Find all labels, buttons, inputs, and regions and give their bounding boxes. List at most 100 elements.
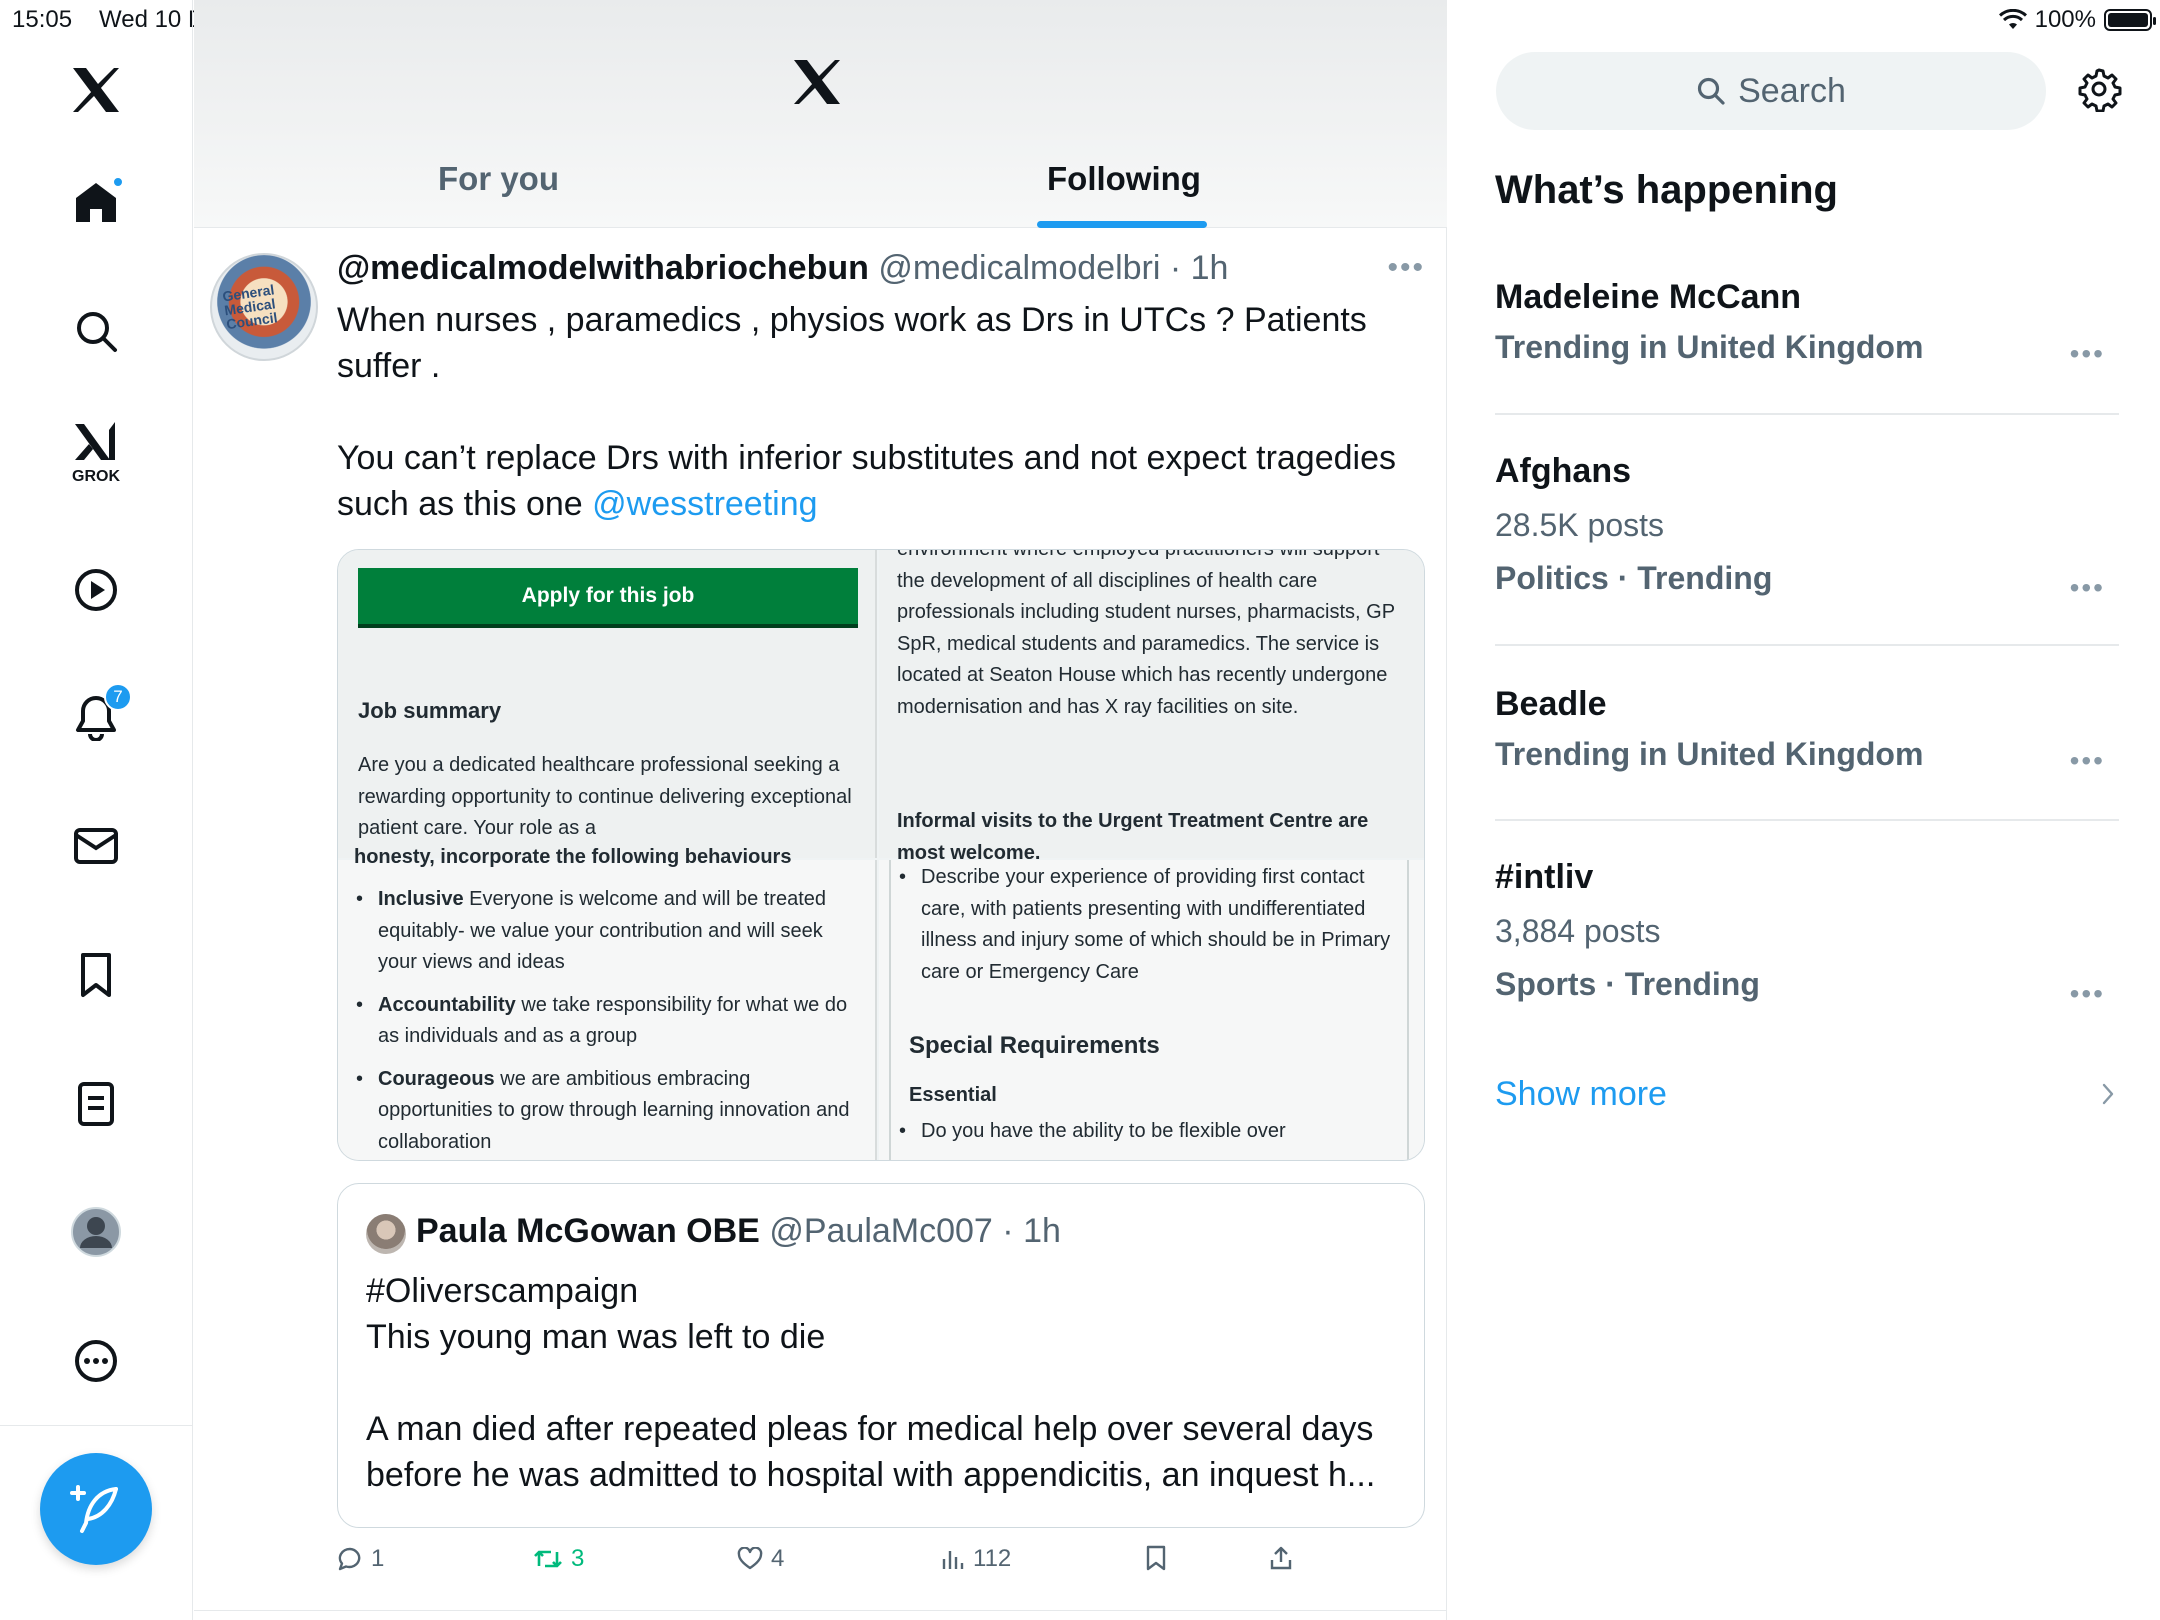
reply-icon: [338, 1547, 361, 1571]
trend-name: Beadle: [1495, 685, 1607, 723]
timeline-header: For you Following: [194, 0, 1447, 228]
trend-more-icon[interactable]: •••: [2070, 572, 2105, 604]
quoted-post-text: #Oliverscampaign This young man was left…: [366, 1272, 1376, 1494]
video-icon[interactable]: [62, 556, 130, 624]
timeline-column: For you Following General Medical Counci…: [194, 0, 1447, 1620]
trend-item-beadle[interactable]: Beadle Trending in United Kingdom •••: [1495, 685, 2119, 776]
list-item: Accountability we take responsibility fo…: [354, 990, 854, 1053]
essential-list: Do you have the ability to be flexible o…: [897, 1116, 1392, 1159]
more-options-icon[interactable]: [62, 1327, 130, 1395]
wifi-icon: [1998, 9, 2027, 29]
trend-context: Trending in United Kingdom: [1495, 736, 1924, 772]
repost-count: 3: [571, 1545, 585, 1572]
post-text: When nurses , paramedics , physios work …: [337, 297, 1412, 527]
messages-envelope-icon[interactable]: [62, 812, 130, 880]
apply-job-button-image: Apply for this job: [358, 568, 858, 628]
trend-more-icon[interactable]: •••: [2070, 745, 2105, 777]
views-button[interactable]: 112: [941, 1545, 1011, 1573]
x-logo-icon[interactable]: [62, 56, 130, 124]
special-requirements-heading: Special Requirements: [909, 1032, 1160, 1059]
post-header: @medicalmodelwithabriochebun @medicalmod…: [337, 249, 1228, 288]
trend-more-icon[interactable]: •••: [2070, 338, 2105, 370]
quoted-post[interactable]: Paula McGowan OBE @PaulaMc007 · 1h #Oliv…: [337, 1183, 1425, 1528]
trend-context: Politics · Trending: [1495, 560, 1773, 596]
battery-percent: 100%: [2034, 6, 2096, 33]
compose-feather-icon: [70, 1485, 118, 1533]
bookmark-icon: [1146, 1545, 1166, 1571]
trend-divider: [1495, 819, 2119, 821]
status-right: 100%: [1998, 6, 2156, 34]
post-actions: 1 3 4 112: [337, 1545, 1425, 1585]
quoted-author-avatar: [366, 1214, 406, 1254]
settings-gear-icon[interactable]: [2076, 66, 2122, 117]
post-author-avatar[interactable]: General Medical Council: [210, 253, 318, 361]
new-posts-dot: [112, 176, 124, 188]
share-button[interactable]: [1269, 1545, 1293, 1571]
list-item: Describe your experience of providing fi…: [897, 862, 1392, 988]
seaton-house-text: environment where employed practitioners…: [897, 549, 1395, 718]
lists-icon[interactable]: [62, 1070, 130, 1138]
trend-post-count: 28.5K posts: [1495, 507, 1664, 543]
show-more-link[interactable]: Show more: [1495, 1075, 1667, 1114]
behaviours-cut-text: honesty, incorporate the following behav…: [354, 846, 792, 868]
post-more-icon[interactable]: •••: [1387, 251, 1425, 285]
list-item: Do you have the ability to be flexible o…: [897, 1116, 1392, 1148]
media-image-3[interactable]: honesty, incorporate the following behav…: [338, 846, 877, 1160]
left-navigation: GROK 7: [0, 0, 193, 1620]
search-placeholder: Search: [1738, 71, 1846, 110]
quoted-author-name: Paula McGowan OBE: [416, 1212, 760, 1250]
trend-context: Trending in United Kingdom: [1495, 329, 1924, 365]
quoted-post-time: · 1h: [1002, 1212, 1061, 1250]
tab-for-you[interactable]: For you: [438, 160, 559, 198]
trend-post-count: 3,884 posts: [1495, 913, 1661, 949]
grok-label: GROK: [72, 468, 120, 485]
media-image-2[interactable]: environment where employed practitioners…: [879, 549, 1424, 864]
trend-item-madeleine-mccann[interactable]: Madeleine McCann Trending in United King…: [1495, 278, 2119, 369]
chevron-right-icon: [2100, 1081, 2116, 1112]
post-time[interactable]: · 1h: [1170, 249, 1229, 287]
post-image-grid[interactable]: Apply for this job Job summary Are you a…: [337, 549, 1425, 1161]
nav-divider: [0, 1425, 193, 1426]
media-image-4[interactable]: Describe your experience of providing fi…: [879, 860, 1424, 1160]
battery-icon: [2104, 9, 2156, 31]
bookmark-button[interactable]: [1145, 1545, 1167, 1571]
views-count: 112: [973, 1545, 1012, 1572]
compose-post-button[interactable]: [40, 1453, 152, 1565]
trend-item-afghans[interactable]: Afghans 28.5K posts Politics · Trending …: [1495, 452, 2119, 603]
trend-name: Madeleine McCann: [1495, 278, 1802, 316]
divider-line: [1407, 860, 1409, 1160]
x-logo-icon[interactable]: [791, 58, 843, 111]
trend-more-icon[interactable]: •••: [2070, 978, 2105, 1010]
home-icon[interactable]: [62, 168, 130, 236]
search-input[interactable]: Search: [1496, 52, 2046, 130]
trend-context: Sports · Trending: [1495, 966, 1760, 1002]
post-body: When nurses , paramedics , physios work …: [337, 301, 1396, 523]
repost-button[interactable]: 3: [533, 1545, 584, 1573]
essential-heading: Essential: [909, 1084, 997, 1106]
notifications-badge: 7: [104, 683, 132, 711]
like-button[interactable]: 4: [737, 1545, 784, 1573]
post-mention-link[interactable]: @wesstreeting: [592, 485, 817, 523]
share-icon: [1270, 1546, 1292, 1570]
behaviours-list: Inclusive Everyone is welcome and will b…: [354, 884, 854, 1160]
tab-active-indicator: [1037, 221, 1207, 228]
bookmarks-icon[interactable]: [62, 941, 130, 1009]
search-icon: [1698, 77, 1725, 105]
profile-avatar-icon[interactable]: [62, 1198, 130, 1266]
media-image-1[interactable]: Apply for this job Job summary Are you a…: [338, 550, 877, 858]
job-summary-heading: Job summary: [358, 698, 502, 723]
notifications-bell-icon[interactable]: 7: [62, 683, 132, 751]
tab-following[interactable]: Following: [1047, 160, 1201, 198]
quoted-author-handle: @PaulaMc007: [769, 1212, 993, 1250]
search-icon[interactable]: [62, 297, 130, 365]
post-divider: [194, 1610, 1447, 1611]
post-author-name[interactable]: @medicalmodelwithabriochebun: [337, 249, 869, 287]
trend-name: Afghans: [1495, 452, 1631, 490]
trend-item-intliv[interactable]: #intliv 3,884 posts Sports · Trending ••…: [1495, 858, 2119, 1009]
trend-name: #intliv: [1495, 858, 1594, 896]
post-author-handle[interactable]: @medicalmodelbri: [878, 249, 1160, 287]
quoted-post-header: Paula McGowan OBE @PaulaMc007 · 1h: [416, 1212, 1061, 1251]
grok-icon[interactable]: GROK: [62, 418, 130, 486]
whats-happening-title: What’s happening: [1495, 168, 1838, 212]
reply-button[interactable]: 1: [337, 1545, 384, 1573]
